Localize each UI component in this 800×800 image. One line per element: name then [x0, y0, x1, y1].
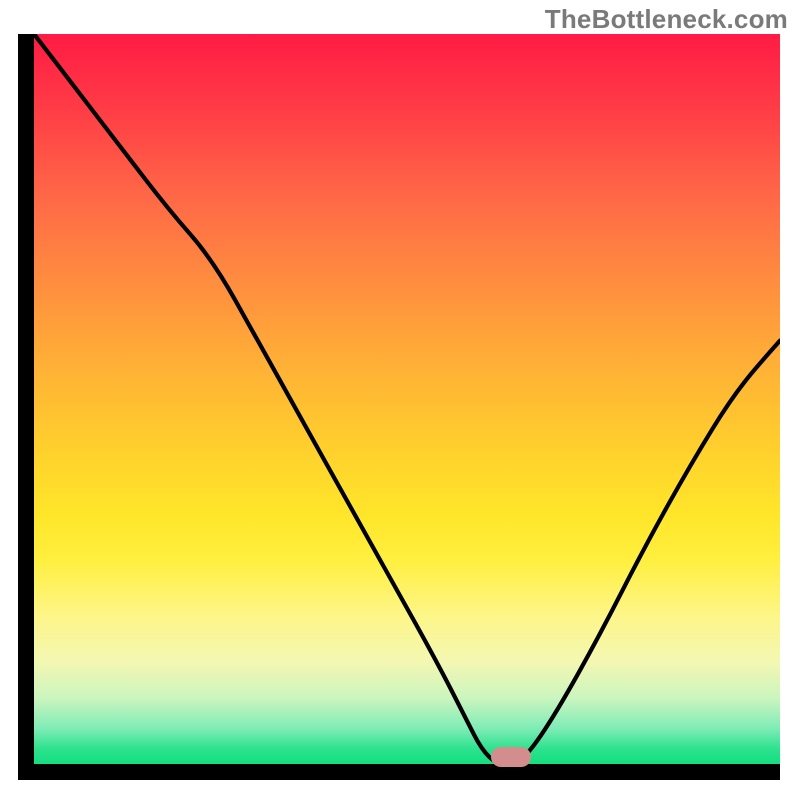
chart-frame: TheBottleneck.com [0, 0, 800, 800]
watermark-text: TheBottleneck.com [545, 4, 788, 35]
bottleneck-curve [34, 34, 780, 764]
plot-area [18, 34, 780, 780]
optimal-marker [491, 747, 531, 767]
curve-svg [34, 34, 780, 764]
